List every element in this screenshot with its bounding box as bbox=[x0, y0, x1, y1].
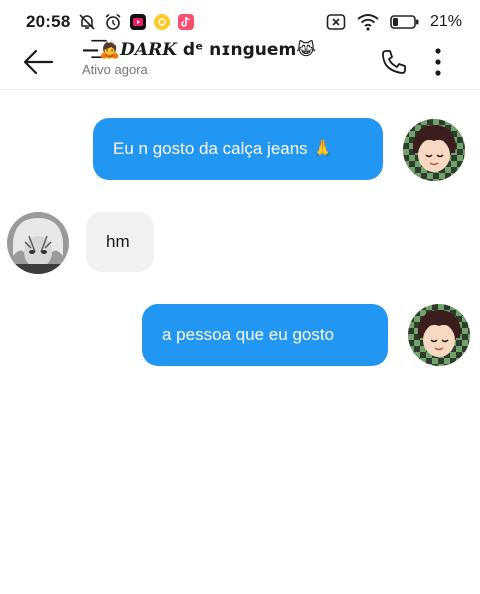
status-right-icons: 21% bbox=[326, 13, 462, 31]
tiktok-icon bbox=[178, 14, 195, 30]
alarm-icon bbox=[105, 13, 121, 30]
message-bubble-outgoing[interactable]: Eu n gosto da calça jeans 🙏 bbox=[93, 118, 383, 180]
sim-off-icon bbox=[326, 14, 346, 30]
contact-title-block[interactable]: —͟͟͞͞🙇DARK dᵉ nɪnguem😹 Ativo agora bbox=[82, 40, 316, 77]
avatar-self[interactable] bbox=[408, 304, 470, 366]
contact-name: —͟͟͞͞🙇DARK dᵉ nɪnguem😹 bbox=[82, 40, 316, 60]
message-bubble-incoming[interactable]: hm bbox=[86, 212, 154, 272]
message-text: a pessoa que eu gosto bbox=[162, 325, 335, 344]
video-app-icon bbox=[130, 14, 147, 30]
phone-icon[interactable] bbox=[380, 48, 408, 76]
status-bar: 20:58 21% bbox=[0, 0, 480, 44]
contact-name-suffix: dᵉ nɪnguem😹 bbox=[177, 40, 317, 60]
status-left-icons bbox=[78, 13, 195, 31]
chat-header: —͟͟͞͞🙇DARK dᵉ nɪnguem😹 Ativo agora bbox=[0, 40, 480, 90]
contact-name-prefix: —͟͟͞͞🙇 bbox=[82, 40, 121, 60]
avatar-contact[interactable] bbox=[7, 212, 69, 274]
message-text: Eu n gosto da calça jeans 🙏 bbox=[113, 139, 334, 158]
wifi-icon bbox=[357, 14, 379, 31]
muted-bell-icon bbox=[79, 14, 96, 30]
message-bubble-outgoing[interactable]: a pessoa que eu gosto bbox=[142, 304, 388, 366]
battery-percentage: 21% bbox=[429, 13, 462, 30]
header-divider bbox=[0, 89, 480, 90]
battery-icon bbox=[390, 15, 419, 29]
message-text: hm bbox=[106, 232, 130, 251]
yellow-app-icon bbox=[154, 14, 171, 30]
avatar-self[interactable] bbox=[403, 119, 465, 181]
contact-active-status: Ativo agora bbox=[82, 62, 148, 77]
contact-name-dark: DARK bbox=[120, 40, 178, 60]
more-vertical-icon[interactable] bbox=[428, 46, 448, 78]
back-arrow-icon[interactable] bbox=[22, 48, 54, 76]
status-time: 20:58 bbox=[26, 12, 71, 31]
